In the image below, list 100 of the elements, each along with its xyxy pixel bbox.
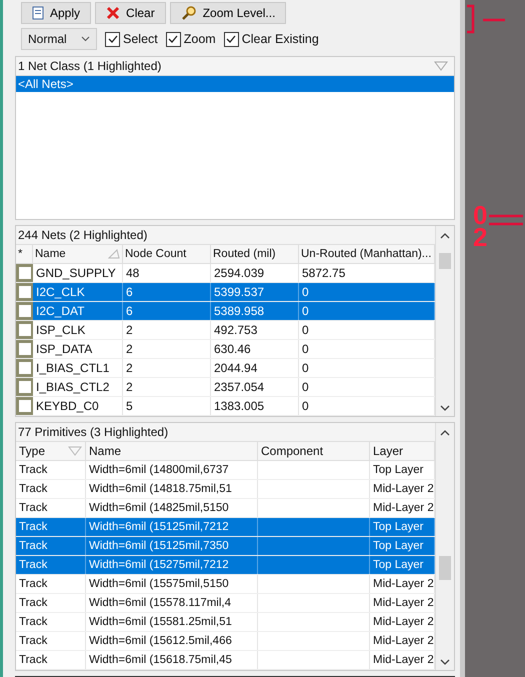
checkbox[interactable] bbox=[166, 32, 181, 46]
table-cell: 0 bbox=[302, 323, 309, 337]
table-row[interactable]: ISP_CLK 2 492.753 0 bbox=[16, 321, 435, 340]
table-row[interactable]: Track Width=6mil (15125mil,7212 Top Layer bbox=[16, 518, 435, 537]
table-row[interactable]: ISP_DATA 2 630.46 0 bbox=[16, 340, 435, 359]
table-cell: I2C_DAT bbox=[36, 304, 84, 318]
net-class-item[interactable]: <All Nets> bbox=[16, 76, 454, 92]
table-cell: ISP_CLK bbox=[36, 323, 86, 337]
table-cell: Width=6mil (14825mil,5150 bbox=[89, 502, 229, 514]
table-cell: 5399.537 bbox=[214, 285, 264, 299]
table-cell: 5389.958 bbox=[214, 304, 264, 318]
table-cell: I_BIAS_CTL1 bbox=[36, 361, 110, 375]
column-header[interactable]: Component bbox=[258, 442, 370, 460]
table-cell: Track bbox=[19, 521, 48, 533]
table-cell: 48 bbox=[126, 266, 140, 280]
table-cell: Top Layer bbox=[373, 521, 424, 533]
row-checkbox[interactable] bbox=[18, 267, 30, 279]
table-cell: Width=6mil (15125mil,7350 bbox=[89, 540, 229, 552]
table-cell: Width=6mil (14800mil,6737 bbox=[89, 464, 229, 476]
table-row[interactable]: Track Width=6mil (15578.117mil,4 Mid-Layer 2 bbox=[16, 594, 435, 613]
column-header[interactable]: Name bbox=[33, 245, 123, 263]
column-header[interactable]: Node Count bbox=[123, 245, 211, 263]
table-cell: Width=6mil (15578.117mil,4 bbox=[89, 597, 232, 609]
table-row[interactable]: Track Width=6mil (15612.5mil,466 Mid-Layer 2 bbox=[16, 632, 435, 651]
scroll-down-icon[interactable] bbox=[440, 659, 450, 666]
table-cell: Mid-Layer 2 bbox=[373, 597, 434, 609]
filter-icon bbox=[68, 446, 82, 456]
table-cell: 0 bbox=[302, 361, 309, 375]
table-cell: 0 bbox=[302, 399, 309, 413]
table-cell: Top Layer bbox=[373, 464, 424, 476]
table-row[interactable]: I_BIAS_CTL2 2 2357.054 0 bbox=[16, 378, 435, 397]
column-header[interactable]: Name bbox=[86, 442, 258, 460]
table-row[interactable]: I2C_DAT 6 5389.958 0 bbox=[16, 302, 435, 321]
table-cell: Width=6mil (15275mil,7212 bbox=[89, 559, 229, 571]
table-cell: Width=6mil (14818.75mil,51 bbox=[89, 483, 232, 495]
table-cell: 5872.75 bbox=[302, 266, 346, 280]
table-cell: Width=6mil (15125mil,7212 bbox=[89, 521, 229, 533]
table-cell: Top Layer bbox=[373, 559, 424, 571]
row-checkbox[interactable] bbox=[18, 286, 30, 298]
table-cell: 0 bbox=[302, 304, 309, 318]
table-cell: Mid-Layer 2 bbox=[373, 578, 434, 590]
cross-icon bbox=[106, 6, 120, 20]
table-cell: 5 bbox=[126, 399, 133, 413]
chevron-down-icon bbox=[81, 36, 90, 42]
checkbox-label: Clear Existing bbox=[242, 32, 319, 46]
scroll-up-icon[interactable] bbox=[440, 232, 450, 239]
table-row[interactable]: I2C_CLK 6 5399.537 0 bbox=[16, 283, 435, 302]
row-checkbox[interactable] bbox=[18, 381, 30, 393]
table-cell: Track bbox=[19, 540, 48, 552]
table-cell: Track bbox=[19, 597, 48, 609]
column-header[interactable]: Type bbox=[16, 442, 86, 460]
panel-header: 1 Net Class (1 Highlighted) bbox=[18, 59, 162, 73]
row-checkbox[interactable] bbox=[18, 305, 30, 317]
row-checkbox[interactable] bbox=[18, 343, 30, 355]
table-cell: 6 bbox=[126, 285, 133, 299]
column-header: * bbox=[18, 248, 22, 260]
table-cell: I2C_CLK bbox=[36, 285, 85, 299]
table-cell: 2044.94 bbox=[214, 361, 258, 375]
table-cell: 630.46 bbox=[214, 342, 251, 356]
scroll-up-icon[interactable] bbox=[440, 429, 450, 436]
table-cell: Width=6mil (15581.25mil,51 bbox=[89, 616, 232, 628]
toolbar-button[interactable]: Clear bbox=[95, 2, 166, 24]
checkbox-label: Select bbox=[123, 32, 158, 46]
sort-icon bbox=[108, 249, 120, 259]
table-cell: Track bbox=[19, 616, 48, 628]
table-cell: Top Layer bbox=[373, 540, 424, 552]
scrollbar-thumb[interactable] bbox=[439, 556, 451, 580]
table-cell: Mid-Layer 2 bbox=[373, 616, 434, 628]
row-checkbox[interactable] bbox=[18, 400, 30, 412]
table-cell: ISP_DATA bbox=[36, 342, 92, 356]
toolbar-button[interactable]: Apply bbox=[21, 2, 92, 24]
double-line-drawing bbox=[489, 214, 523, 226]
table-cell: Mid-Layer 2 bbox=[373, 483, 434, 495]
table-row[interactable]: Track Width=6mil (15125mil,7350 Top Layer bbox=[16, 537, 435, 556]
scrollbar-thumb[interactable] bbox=[439, 253, 451, 269]
table-cell: 0 bbox=[302, 285, 309, 299]
table-row[interactable]: Track Width=6mil (15581.25mil,51 Mid-Layer 2 bbox=[16, 613, 435, 632]
scroll-down-icon[interactable] bbox=[440, 405, 450, 412]
table-cell: Width=6mil (15575mil,5150 bbox=[89, 578, 229, 590]
column-header[interactable]: Routed (mil) bbox=[211, 245, 299, 263]
checkbox[interactable] bbox=[224, 32, 239, 46]
magnifier-icon bbox=[180, 6, 197, 20]
table-row[interactable]: Track Width=6mil (14800mil,6737 Top Layer bbox=[16, 461, 435, 480]
table-cell: 492.753 bbox=[214, 323, 258, 337]
table-row[interactable]: Track Width=6mil (15575mil,5150 Mid-Layer 2 bbox=[16, 575, 435, 594]
table-row[interactable]: KEYBD_C0 5 1383.005 0 bbox=[16, 397, 435, 416]
mode-dropdown[interactable]: Normal bbox=[21, 28, 97, 50]
row-checkbox[interactable] bbox=[18, 362, 30, 374]
table-row[interactable]: Track Width=6mil (14818.75mil,51 Mid-Layer 2 bbox=[16, 480, 435, 499]
table-row[interactable]: Track Width=6mil (15618.75mil,45 Mid-Layer 2 bbox=[16, 651, 435, 670]
table-cell: 0 bbox=[302, 342, 309, 356]
table-row[interactable]: Track Width=6mil (15275mil,7212 Top Layer bbox=[16, 556, 435, 575]
checkbox[interactable] bbox=[105, 32, 120, 46]
table-cell: Track bbox=[19, 502, 48, 514]
filter-icon[interactable] bbox=[434, 61, 448, 71]
table-cell: Mid-Layer 2 bbox=[373, 654, 434, 666]
toolbar-button[interactable]: Zoom Level... bbox=[170, 2, 286, 24]
table-row[interactable]: I_BIAS_CTL1 2 2044.94 0 bbox=[16, 359, 435, 378]
row-checkbox[interactable] bbox=[18, 324, 30, 336]
table-cell: 2 bbox=[126, 380, 133, 394]
